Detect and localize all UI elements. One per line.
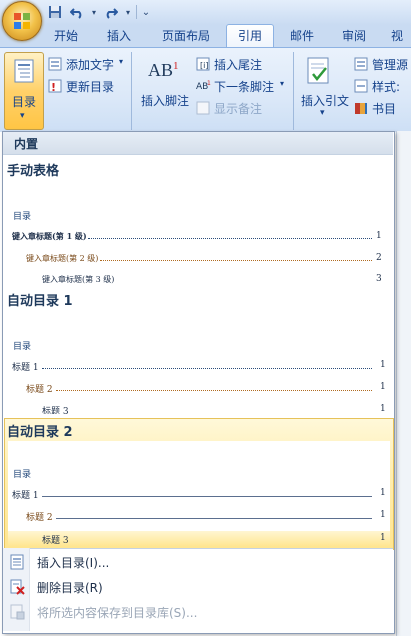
toc-icon: [14, 59, 34, 83]
qat-separator: [136, 5, 137, 19]
manage-sources-button[interactable]: 管理源: [372, 56, 408, 73]
preview-heading: 目录: [13, 212, 32, 222]
gallery-item-manual-table[interactable]: 手动表格 目录 键入章标题(第 1 级) 1 键入章标题(第 2 级) 2 键入…: [4, 156, 392, 284]
add-text-chevron-icon[interactable]: ▾: [119, 57, 123, 66]
preview-page-1: 1: [380, 488, 386, 498]
save-selection-menu-item[interactable]: 将所选内容保存到目录库(S)...: [3, 601, 391, 623]
redo-icon[interactable]: [102, 3, 120, 21]
show-notes-icon: [196, 101, 210, 115]
preview-heading: 目录: [13, 342, 32, 352]
preview-leader: [100, 260, 372, 261]
next-footnote-chevron-icon[interactable]: ▾: [280, 79, 284, 88]
preview-page-2: 1: [380, 510, 386, 520]
insert-citation-chevron-icon[interactable]: ▾: [320, 108, 325, 118]
next-footnote-button[interactable]: 下一条脚注: [214, 78, 274, 95]
bibliography-icon: [355, 103, 367, 114]
preview-entry-2: 标题 2: [26, 513, 53, 523]
tab-page-layout[interactable]: 页面布局: [154, 25, 218, 47]
preview-page-3: 1: [380, 404, 386, 414]
toc-button-label: 目录: [12, 95, 37, 109]
remove-toc-menu-item[interactable]: 删除目录(R): [3, 576, 391, 598]
next-footnote-icon: AB1: [196, 80, 211, 92]
preview-page-2: 2: [376, 253, 382, 263]
bibliography-button[interactable]: 书目: [372, 100, 396, 117]
preview-entry-3: 键入章标题(第 3 级): [42, 275, 115, 284]
section-header-label: 内置: [14, 137, 39, 151]
insert-footnote-button[interactable]: 插入脚注: [141, 92, 189, 109]
gallery-item-auto-toc-1[interactable]: 自动目录 1 目录 标题 1 1 标题 2 1 标题 3 1: [4, 286, 392, 416]
preview-heading: 目录: [13, 470, 32, 480]
tab-view[interactable]: 视: [384, 25, 410, 47]
insert-toc-label: 插入目录(I)...: [37, 556, 110, 570]
preview-clip: 键入章标题(第 3 级) 3: [4, 272, 392, 284]
preview-page: 目录 标题 1 1 标题 2 1 标题 3 1: [8, 441, 390, 547]
add-text-button[interactable]: 添加文字: [66, 56, 114, 73]
customize-qat-icon[interactable]: ⌄: [141, 3, 151, 21]
office-button[interactable]: [2, 1, 42, 41]
tab-references[interactable]: 引用: [226, 24, 274, 49]
insert-toc-icon: [10, 554, 24, 570]
preview-entry-1: 标题 1: [12, 491, 39, 501]
tab-insert[interactable]: 插入: [98, 25, 140, 47]
svg-text:1: 1: [207, 80, 211, 87]
update-toc-icon: !: [48, 79, 62, 93]
preview-leader: [56, 390, 372, 391]
redo-dropdown-icon[interactable]: ▾: [124, 3, 132, 21]
office-logo-icon: [14, 13, 30, 29]
preview-page-3: 1: [380, 533, 386, 543]
remove-toc-icon: [10, 579, 25, 595]
tab-review[interactable]: 审阅: [334, 25, 374, 47]
gallery-item-title: 自动目录 2: [7, 425, 73, 440]
preview-page-2: 1: [380, 382, 386, 392]
preview-entry-1: 标题 1: [12, 363, 39, 373]
section-header: 内置: [3, 132, 393, 155]
preview-entry-3: 标题 3: [42, 536, 69, 546]
preview-leader: [42, 368, 372, 369]
ribbon-group-separator: [293, 52, 294, 130]
add-text-icon: [48, 57, 62, 71]
manage-sources-icon: [354, 57, 368, 71]
style-icon: [354, 79, 368, 93]
ribbon-group-separator: [131, 52, 132, 130]
preview-entry-3: 标题 3: [42, 407, 69, 414]
svg-text:[i]: [i]: [200, 61, 208, 70]
insert-footnote-icon: AB1: [148, 60, 179, 80]
save-selection-label: 将所选内容保存到目录库(S)...: [37, 606, 198, 620]
insert-endnote-button[interactable]: 插入尾注: [214, 56, 262, 73]
insert-citation-button[interactable]: 插入引文: [301, 92, 349, 109]
undo-icon[interactable]: [68, 3, 86, 21]
show-notes-button[interactable]: 显示备注: [214, 100, 262, 117]
tab-home[interactable]: 开始: [46, 25, 86, 47]
insert-endnote-icon: [i]: [196, 57, 210, 71]
gallery-item-auto-toc-2[interactable]: 自动目录 2 目录 标题 1 1 标题 2 1 标题 3 1: [4, 418, 394, 550]
preview-entry-1: 键入章标题(第 1 级): [12, 231, 87, 241]
save-selection-icon: [10, 604, 25, 620]
insert-citation-icon: [307, 57, 329, 84]
preview-entry-2: 键入章标题(第 2 级): [26, 254, 99, 263]
tab-mailings[interactable]: 邮件: [282, 25, 322, 47]
save-icon[interactable]: [46, 3, 64, 21]
gallery-item-title: 自动目录 1: [7, 294, 73, 309]
preview-leader: [42, 496, 372, 497]
update-toc-button[interactable]: 更新目录: [66, 78, 114, 95]
undo-dropdown-icon[interactable]: ▾: [90, 3, 98, 21]
quick-access-toolbar: ▾ ▾ ⌄: [46, 2, 151, 22]
toc-button[interactable]: 目录 ▾: [4, 52, 44, 130]
svg-text:!: !: [51, 81, 56, 93]
remove-toc-label: 删除目录(R): [37, 581, 103, 595]
preview-clip: 标题 3 1: [4, 402, 392, 414]
preview-fade: 标题 3 1: [8, 531, 390, 547]
chevron-down-icon: ▾: [20, 111, 25, 121]
preview-page-1: 1: [380, 360, 386, 370]
style-label[interactable]: 样式:: [372, 78, 400, 95]
preview-leader: [88, 238, 372, 239]
preview-page-1: 1: [376, 231, 382, 241]
document-edge: [396, 131, 411, 636]
preview-page-3: 3: [376, 274, 382, 284]
preview-leader: [56, 518, 372, 519]
gallery-item-title: 手动表格: [7, 164, 60, 179]
insert-toc-menu-item[interactable]: 插入目录(I)...: [3, 551, 391, 573]
preview-entry-2: 标题 2: [26, 385, 53, 395]
